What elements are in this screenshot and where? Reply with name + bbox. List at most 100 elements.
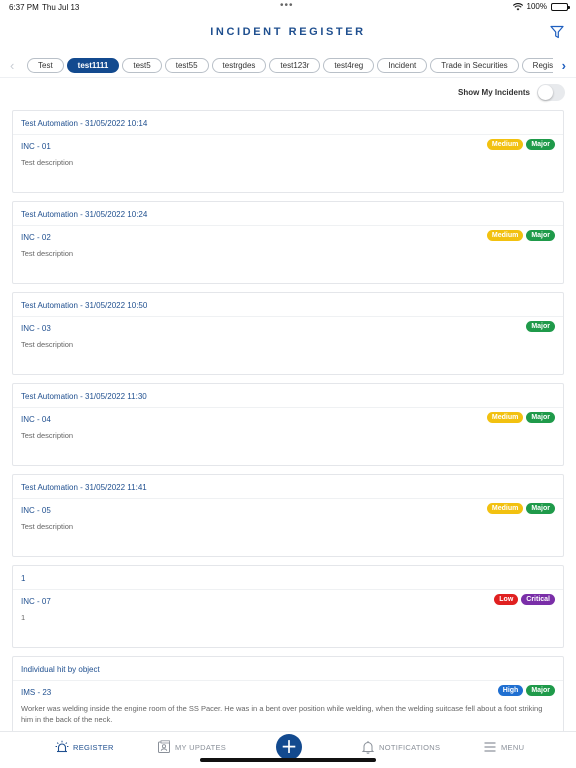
- nav-my-updates[interactable]: MY UPDATES: [157, 740, 226, 754]
- tab-test55[interactable]: test55: [164, 58, 209, 73]
- tab-test4reg[interactable]: test4reg: [323, 58, 375, 73]
- major-badge: Major: [526, 685, 555, 696]
- major-badge: Major: [526, 321, 555, 332]
- critical-badge: Critical: [521, 594, 555, 605]
- incident-description: Worker was welding inside the engine roo…: [21, 704, 543, 724]
- incident-description: Test description: [21, 158, 74, 167]
- show-my-incidents-row: Show My Incidents: [0, 84, 576, 102]
- incident-title: Test Automation - 31/05/2022 11:41: [13, 475, 563, 499]
- tabs-track: Test test1111 test5 test55 testrgdes test123r…: [27, 58, 553, 73]
- nav-menu[interactable]: MENU: [483, 740, 524, 754]
- medium-badge: Medium: [486, 230, 524, 241]
- incident-description: Test description: [21, 249, 74, 258]
- tabs-scroll-left-icon[interactable]: ‹: [10, 58, 14, 73]
- incident-id: INC - 02: [21, 233, 51, 242]
- incident-body: INC - 04 Test description Medium Major: [13, 408, 563, 441]
- major-badge: Major: [526, 139, 555, 150]
- status-date: Thu Jul 13: [42, 3, 80, 12]
- incident-title: Test Automation - 31/05/2022 10:24: [13, 202, 563, 226]
- register-tabs-bar: ‹ Test test1111 test5 test55 testrgdes test12…: [0, 54, 576, 78]
- incident-title: Test Automation - 31/05/2022 11:30: [13, 384, 563, 408]
- alarm-siren-icon: [55, 740, 69, 753]
- incident-description: Test description: [21, 522, 74, 531]
- bell-icon: [361, 741, 375, 754]
- filter-icon[interactable]: [550, 25, 564, 39]
- show-my-incidents-label: Show My Incidents: [457, 88, 530, 97]
- toggle-knob: [538, 85, 553, 100]
- major-badge: Major: [526, 412, 555, 423]
- incident-badges: Medium Major: [486, 412, 555, 423]
- nav-register[interactable]: REGISTER: [55, 740, 114, 754]
- incident-id: INC - 01: [21, 142, 51, 151]
- incident-card[interactable]: Test Automation - 31/05/2022 10:14 INC - …: [12, 110, 564, 193]
- tab-test123r[interactable]: test123r: [269, 58, 321, 73]
- home-indicator: [200, 758, 376, 762]
- incident-card[interactable]: Test Automation - 31/05/2022 11:30 INC - …: [12, 383, 564, 466]
- multitasking-dots-icon[interactable]: •••: [280, 0, 294, 11]
- incident-title: Test Automation - 31/05/2022 10:14: [13, 111, 563, 135]
- incident-card[interactable]: Test Automation - 31/05/2022 10:50 INC - …: [12, 292, 564, 375]
- register-tabs: Test test1111 test5 test55 testrgdes test123r…: [27, 58, 553, 74]
- incident-card[interactable]: Individual hit by object IMS - 23 Worker w…: [12, 656, 564, 739]
- incident-badges: Medium Major: [486, 503, 555, 514]
- tab-test1111[interactable]: test1111: [66, 58, 120, 73]
- incident-badges: Major: [526, 321, 555, 332]
- major-badge: Major: [526, 230, 555, 241]
- nav-register-label: REGISTER: [73, 742, 114, 752]
- battery-percent: 100%: [526, 2, 547, 11]
- medium-badge: Medium: [486, 503, 524, 514]
- incident-body: INC - 05 Test description Medium Major: [13, 499, 563, 532]
- major-badge: Major: [526, 503, 555, 514]
- incident-badges: Medium Major: [486, 139, 555, 150]
- battery-icon: [551, 2, 570, 11]
- incident-body: INC - 07 1 Low Critical: [13, 590, 563, 623]
- incident-title: 1: [13, 566, 563, 590]
- medium-badge: Medium: [486, 139, 524, 150]
- incident-badges: Medium Major: [486, 230, 555, 241]
- tabs-scroll-right-icon[interactable]: ›: [562, 58, 566, 73]
- incident-description: Test description: [21, 340, 74, 349]
- incident-id: IMS - 23: [21, 688, 52, 697]
- status-bar: 6:37 PM Thu Jul 13 ••• 100%: [0, 0, 576, 14]
- app-header: INCIDENT REGISTER: [0, 18, 576, 46]
- tab-trade-in-securities[interactable]: Trade in Securities: [430, 58, 519, 73]
- incident-body: IMS - 23 Worker was welding inside the en…: [13, 681, 563, 725]
- incident-card[interactable]: 1 INC - 07 1 Low Critical: [12, 565, 564, 648]
- nav-notifications-label: NOTIFICATIONS: [379, 742, 441, 752]
- hamburger-menu-icon: [484, 742, 496, 752]
- incident-description: 1: [21, 613, 26, 622]
- incident-badges: High Major: [497, 685, 555, 696]
- incident-badges: Low Critical: [494, 594, 555, 605]
- incident-body: INC - 02 Test description Medium Major: [13, 226, 563, 259]
- document-user-icon: [158, 740, 170, 753]
- tab-testrgdes[interactable]: testrgdes: [211, 58, 267, 73]
- incident-description: Test description: [21, 431, 74, 440]
- nav-notifications[interactable]: NOTIFICATIONS: [361, 740, 440, 754]
- low-badge: Low: [494, 594, 519, 605]
- tab-registe[interactable]: Registe: [521, 58, 553, 73]
- incident-id: INC - 03: [21, 324, 51, 333]
- status-right: 100%: [512, 2, 570, 11]
- incident-id: INC - 05: [21, 506, 51, 515]
- tab-test5[interactable]: test5: [122, 58, 162, 73]
- tab-test[interactable]: Test: [27, 58, 64, 73]
- incident-body: INC - 03 Test description Major: [13, 317, 563, 350]
- incident-body: INC - 01 Test description Medium Major: [13, 135, 563, 168]
- bottom-nav: REGISTER MY UPDATES + NOTIFICATIONS MENU: [0, 731, 576, 768]
- incident-title: Test Automation - 31/05/2022 10:50: [13, 293, 563, 317]
- wifi-icon: [512, 2, 523, 10]
- incident-id: INC - 04: [21, 415, 51, 424]
- nav-my-updates-label: MY UPDATES: [175, 742, 227, 752]
- page-title: INCIDENT REGISTER: [210, 26, 366, 38]
- incident-title: Individual hit by object: [13, 657, 563, 681]
- add-incident-button[interactable]: +: [276, 734, 302, 760]
- show-my-incidents-toggle[interactable]: [537, 84, 565, 101]
- status-time: 6:37 PM: [9, 3, 39, 12]
- incident-card[interactable]: Test Automation - 31/05/2022 11:41 INC - …: [12, 474, 564, 557]
- high-badge: High: [497, 685, 524, 696]
- incident-card[interactable]: Test Automation - 31/05/2022 10:24 INC - …: [12, 201, 564, 284]
- incident-id: INC - 07: [21, 597, 51, 606]
- nav-menu-label: MENU: [501, 742, 525, 752]
- medium-badge: Medium: [486, 412, 524, 423]
- tab-incident[interactable]: Incident: [377, 58, 428, 73]
